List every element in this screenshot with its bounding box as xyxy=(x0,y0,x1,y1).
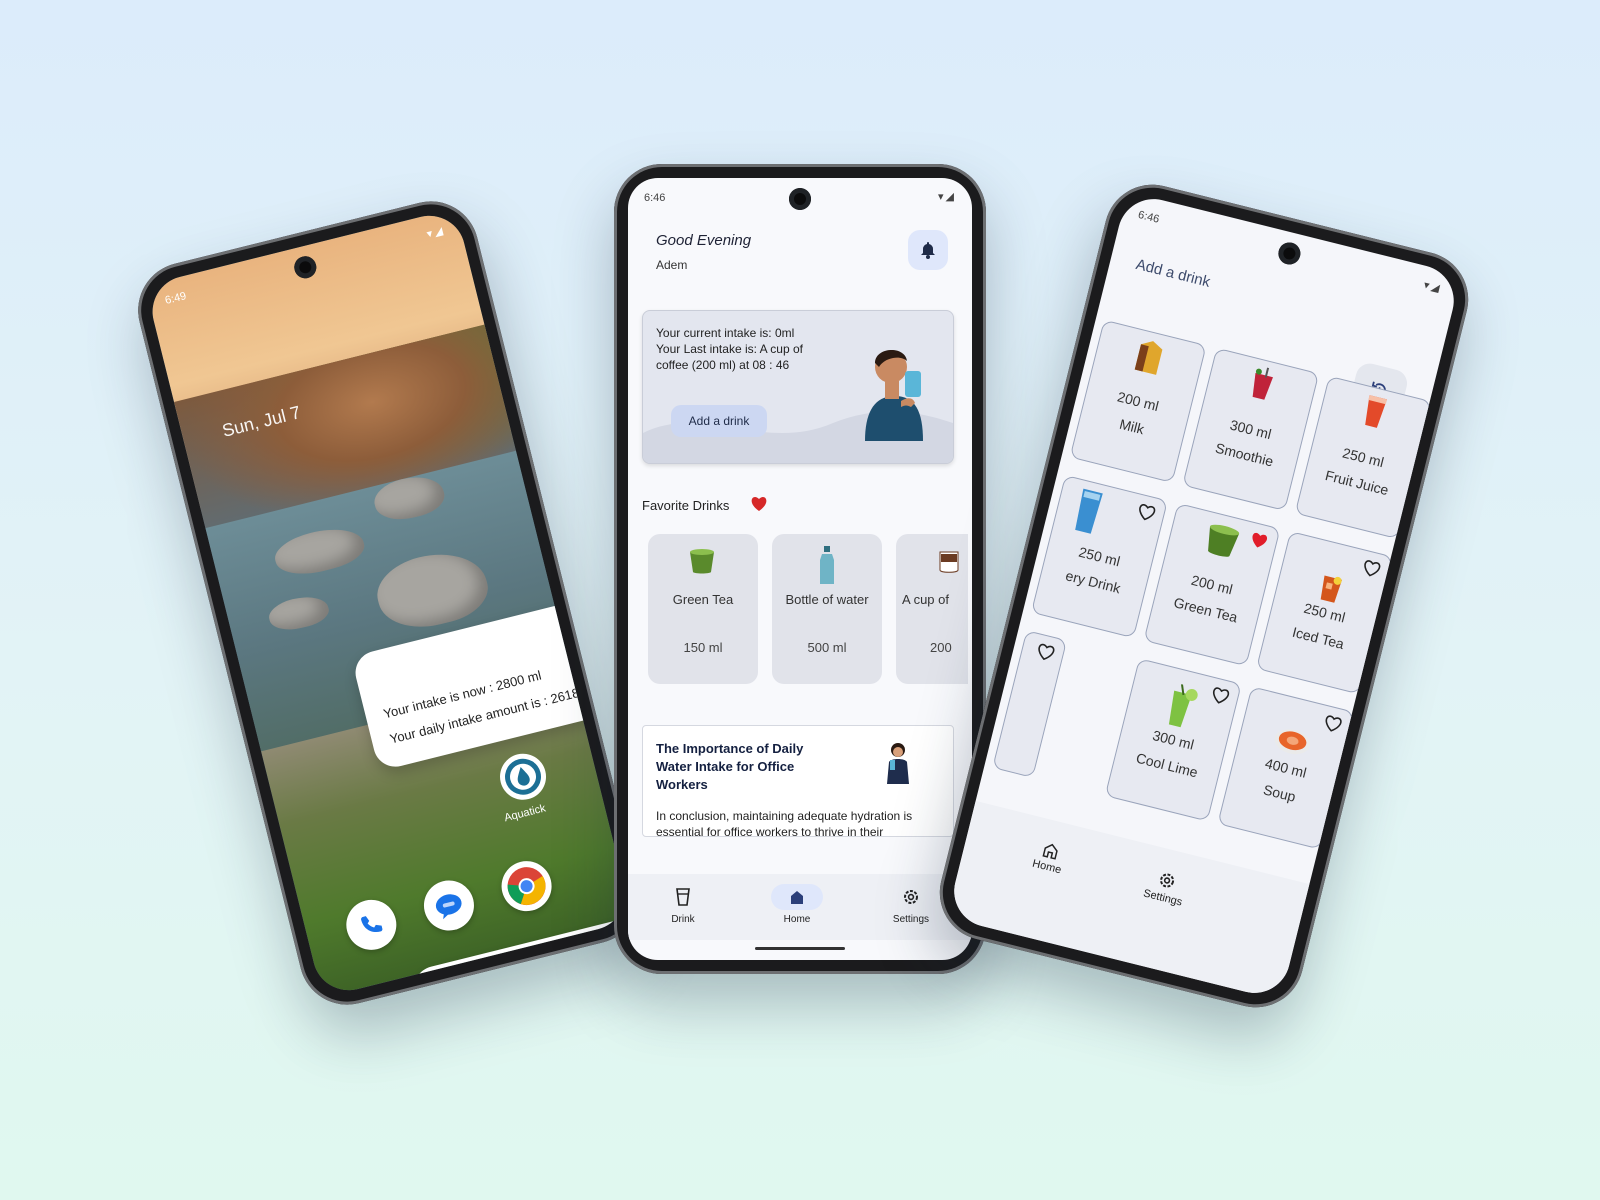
drink-card-smoothie[interactable]: 300 ml Smoothie xyxy=(1182,347,1320,512)
app-home-screen: 6:46 ▾◢ Good Evening Adem Your current i… xyxy=(628,178,972,960)
drink-card-milk[interactable]: 200 ml Milk xyxy=(1069,319,1207,483)
coffee-cup-icon xyxy=(896,546,968,576)
google-g-icon: G xyxy=(427,975,448,998)
favorite-ml: 150 ml xyxy=(683,640,723,655)
intake-card: Your current intake is: 0ml Your Last in… xyxy=(642,310,954,464)
wallpaper xyxy=(144,208,634,998)
nav-settings-label: Settings xyxy=(892,914,930,925)
heart-outline-icon[interactable] xyxy=(1321,714,1344,739)
last-intake-2: coffee (200 ml) at 08 : 46 xyxy=(656,358,790,372)
water-bottle-icon xyxy=(772,546,882,586)
favorite-ml: 500 ml xyxy=(807,640,847,655)
favorite-card-water[interactable]: Bottle of water 500 ml xyxy=(772,534,882,684)
article-card[interactable]: The Importance of Daily Water Intake for… xyxy=(642,725,954,837)
phone-right: 6:46 ▾◢ Add a drink 200 ml Milk 300 ml S… xyxy=(929,174,1479,1018)
glass-icon xyxy=(657,884,709,910)
front-camera xyxy=(789,188,811,210)
office-worker-illustration xyxy=(883,742,913,789)
article-body: In conclusion, maintaining adequate hydr… xyxy=(656,809,913,837)
favorite-name: A cup of xyxy=(902,592,949,607)
add-drink-button[interactable]: Add a drink xyxy=(671,405,767,437)
user-name: Adem xyxy=(656,258,688,272)
nav-drink-label: Drink xyxy=(671,914,695,925)
notifications-button[interactable] xyxy=(908,230,948,270)
nav-home-label: Home xyxy=(783,914,811,925)
gear-icon xyxy=(885,884,937,910)
page-title: Add a drink xyxy=(1134,256,1212,291)
favorite-name: Green Tea xyxy=(672,592,734,607)
green-tea-cup-icon xyxy=(1168,510,1278,570)
article-title: The Importance of Daily Water Intake for… xyxy=(656,741,804,792)
favorite-ml: 200 xyxy=(930,640,952,655)
man-drinking-illustration xyxy=(855,341,935,446)
nav-settings[interactable]: Settings xyxy=(876,884,946,925)
favorite-card-green-tea[interactable]: Green Tea 150 ml xyxy=(648,534,758,684)
juice-glass-icon xyxy=(1320,383,1429,441)
drink-card-green-tea[interactable]: 200 ml Green Tea xyxy=(1143,502,1281,667)
status-icons: ▾◢ xyxy=(938,191,956,203)
status-time: 6:46 xyxy=(1136,208,1161,226)
drink-card-cool-lime[interactable]: 300 ml Cool Lime xyxy=(1104,658,1242,822)
front-camera xyxy=(1276,240,1303,267)
favorite-name: Bottle of water xyxy=(785,592,869,607)
nav-drink[interactable]: Drink xyxy=(648,884,718,925)
last-intake-1: Your Last intake is: A cup of xyxy=(656,342,803,356)
phone-middle: 6:46 ▾◢ Good Evening Adem Your current i… xyxy=(614,164,986,974)
nav-settings[interactable]: Settings xyxy=(1127,863,1203,912)
drink-card-fruit-juice[interactable]: 250 ml Fruit Juice xyxy=(1294,375,1432,540)
greeting: Good Evening xyxy=(656,232,752,249)
green-tea-cup-icon xyxy=(648,546,758,576)
status-icons: ▾◢ xyxy=(1422,279,1443,296)
heart-outline-icon[interactable] xyxy=(1034,642,1057,667)
favorites-carousel[interactable]: Green Tea 150 ml Bottle of water 500 ml … xyxy=(648,534,968,686)
status-time: 6:46 xyxy=(644,192,666,204)
smoothie-glass-icon xyxy=(1208,355,1317,413)
current-intake: Your current intake is: 0ml xyxy=(656,326,795,340)
favorite-card-coffee[interactable]: A cup of 200 xyxy=(896,534,968,684)
nav-home[interactable]: Home xyxy=(762,884,832,925)
heart-outline-icon[interactable] xyxy=(1360,559,1383,584)
gesture-bar[interactable] xyxy=(755,947,845,950)
home-screen: 6:49 ▾◢ Sun, Jul 7 Your intake is now : … xyxy=(144,208,634,998)
heart-icon xyxy=(750,496,768,517)
drink-card-partial[interactable] xyxy=(992,630,1068,779)
drink-card-iced-tea[interactable]: 250 ml Iced Tea xyxy=(1255,530,1394,695)
home-icon xyxy=(771,884,823,910)
phone-left: 6:49 ▾◢ Sun, Jul 7 Your intake is now : … xyxy=(127,191,651,1015)
add-drink-screen: 6:46 ▾◢ Add a drink 200 ml Milk 300 ml S… xyxy=(946,191,1462,1001)
favorite-drinks-title: Favorite Drinks xyxy=(642,498,730,513)
bottom-navigation: Drink Home Settings xyxy=(628,874,972,940)
drink-card-soup[interactable]: 400 ml Soup xyxy=(1217,686,1355,850)
nav-home[interactable]: Home xyxy=(1011,834,1086,881)
milk-carton-icon xyxy=(1094,327,1204,387)
drink-card-energy-drink[interactable]: 250 ml ery Drink xyxy=(1030,474,1169,639)
bell-icon xyxy=(921,242,935,259)
